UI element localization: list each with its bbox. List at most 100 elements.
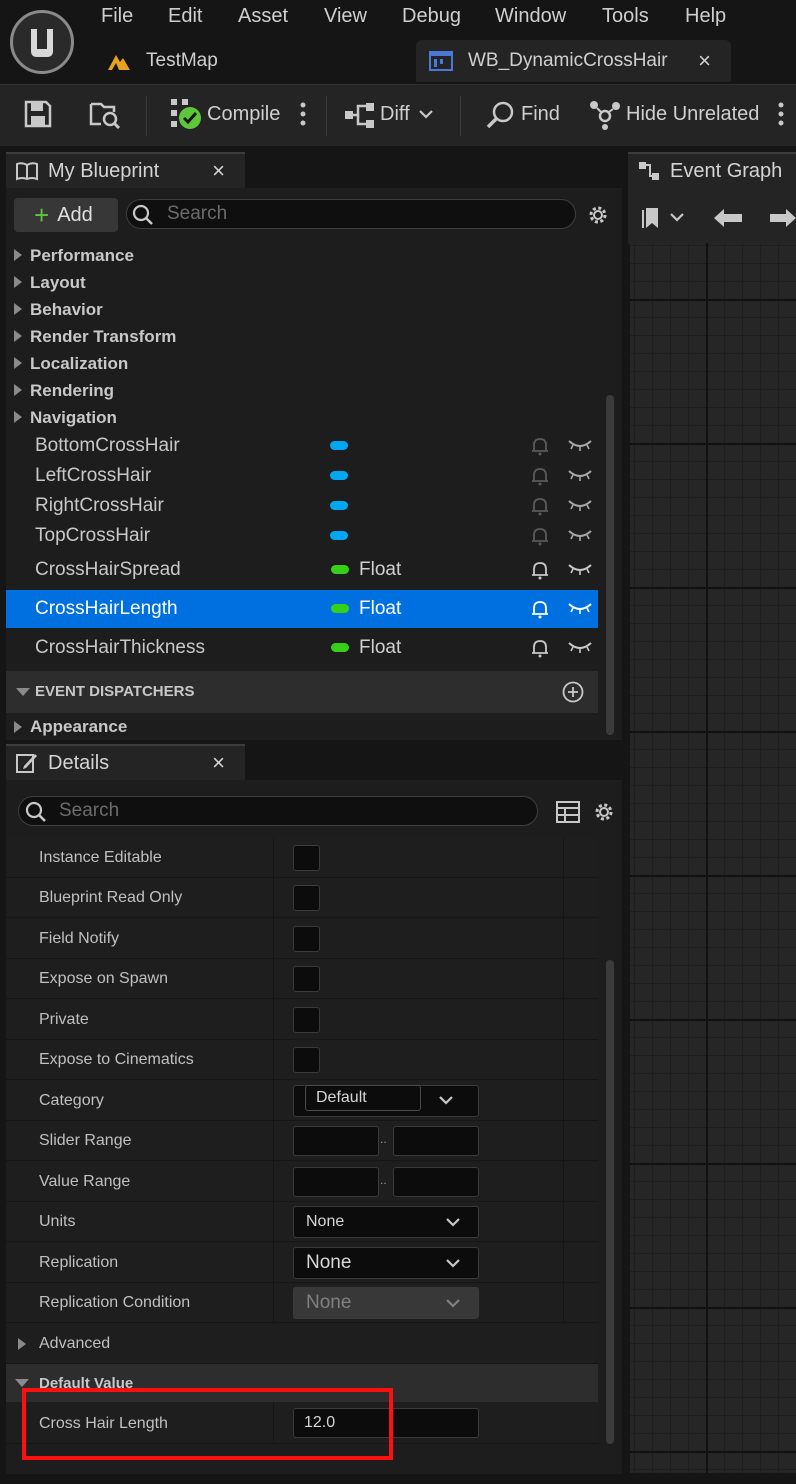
detail-row-private: Private [6,1000,598,1040]
add-dispatcher-icon[interactable] [562,681,584,703]
expand-triangle-icon[interactable] [14,721,22,733]
slider-range-max-input[interactable] [393,1126,479,1156]
diff-button[interactable]: Diff [380,103,410,126]
menu-file[interactable]: File [101,5,133,28]
expose-on-spawn-checkbox[interactable] [293,966,320,992]
value-range-max-input[interactable] [393,1167,479,1197]
my-blueprint-search-input[interactable]: Search [126,199,576,229]
variable-row-crosshairspread[interactable]: CrossHairSpread Float [6,551,598,589]
eye-closed-icon[interactable] [568,529,592,541]
compile-options-icon[interactable] [300,100,306,128]
expand-triangle-icon[interactable] [14,330,22,342]
slider-range-min-input[interactable] [293,1126,379,1156]
expand-triangle-icon[interactable] [14,249,22,261]
diff-chevron-down-icon[interactable] [419,110,433,119]
category-text-field[interactable]: Default [305,1085,421,1111]
expose-to-cinematics-checkbox[interactable] [293,1047,320,1073]
menu-window[interactable]: Window [495,5,566,28]
details-scrollbar[interactable] [606,960,614,1444]
category-navigation[interactable]: Navigation [30,408,117,428]
category-performance[interactable]: Performance [30,246,134,266]
category-render-transform[interactable]: Render Transform [30,327,176,347]
event-graph-tab[interactable]: Event Graph [628,152,796,188]
menu-edit[interactable]: Edit [168,5,202,28]
bell-icon[interactable] [530,526,550,546]
details-close-button[interactable]: × [212,750,225,776]
menu-tools[interactable]: Tools [602,5,649,28]
eye-closed-icon[interactable] [568,641,592,653]
compile-button[interactable]: Compile [207,103,280,126]
details-tab[interactable]: Details × [6,744,245,780]
instance-editable-checkbox[interactable] [293,845,320,871]
tab-wb-dynamiccrosshair[interactable]: WB_DynamicCrossHair × [416,40,731,82]
my-blueprint-close-button[interactable]: × [212,158,225,184]
widget-type-pill [330,471,348,480]
category-localization[interactable]: Localization [30,354,128,374]
chevron-down-icon[interactable] [446,1259,460,1268]
diff-icon[interactable] [344,102,376,128]
variable-row-crosshairthickness[interactable]: CrossHairThickness Float [6,629,598,667]
details-search-input[interactable]: Search [18,796,538,826]
chevron-down-icon[interactable] [446,1218,460,1227]
hide-unrelated-button[interactable]: Hide Unrelated [626,103,759,126]
bell-icon[interactable] [530,560,550,580]
bookmark-icon[interactable] [642,206,686,230]
range-separator: .. [380,1132,387,1146]
blueprint-read-only-checkbox[interactable] [293,885,320,911]
find-button[interactable]: Find [521,103,560,126]
eye-closed-icon[interactable] [568,469,592,481]
bell-icon[interactable] [530,638,550,658]
table-view-icon[interactable] [556,801,580,823]
advanced-section-header[interactable]: Advanced [6,1324,598,1364]
menu-view[interactable]: View [324,5,367,28]
expand-triangle-icon[interactable] [14,411,22,423]
forward-arrow-icon[interactable] [770,207,796,229]
chevron-down-icon[interactable] [439,1096,453,1105]
bell-icon[interactable] [530,496,550,516]
add-button[interactable]: + Add [14,198,118,232]
menu-help[interactable]: Help [685,5,726,28]
save-icon[interactable] [24,100,52,128]
event-dispatchers-header[interactable]: EVENT DISPATCHERS [6,671,598,713]
private-checkbox[interactable] [293,1007,320,1033]
category-appearance[interactable]: Appearance [30,717,127,737]
my-blueprint-tab[interactable]: My Blueprint × [6,152,245,188]
eye-closed-icon[interactable] [568,439,592,451]
value-range-min-input[interactable] [293,1167,379,1197]
widget-type-pill [330,501,348,510]
gear-icon[interactable] [586,203,610,227]
category-behavior[interactable]: Behavior [30,300,103,320]
my-blueprint-scrollbar[interactable] [606,395,614,735]
event-graph-canvas[interactable] [630,243,796,1473]
bell-icon[interactable] [530,466,550,486]
pencil-icon [16,752,38,774]
expand-triangle-icon[interactable] [14,384,22,396]
tab-close-button[interactable]: × [698,48,711,74]
toolbar-more-icon[interactable] [778,100,784,128]
category-layout[interactable]: Layout [30,273,86,293]
bell-icon[interactable] [530,599,550,619]
expand-triangle-icon[interactable] [14,357,22,369]
tab-testmap[interactable]: TestMap [106,40,406,82]
browse-asset-icon[interactable] [88,98,122,130]
eye-closed-icon[interactable] [568,602,592,614]
category-rendering[interactable]: Rendering [30,381,114,401]
variable-row-crosshairlength-selected[interactable]: CrossHairLength Float [6,590,598,628]
find-icon[interactable] [485,100,515,130]
eye-closed-icon[interactable] [568,563,592,575]
expand-triangle-icon[interactable] [14,276,22,288]
chevron-down-icon [446,1299,460,1308]
menu-asset[interactable]: Asset [238,5,288,28]
bell-icon[interactable] [530,436,550,456]
details-title: Details [48,751,110,774]
toolbar-separator [146,96,147,136]
compile-icon[interactable] [170,98,202,130]
hide-unrelated-icon[interactable] [589,100,621,130]
eye-closed-icon[interactable] [568,499,592,511]
field-notify-checkbox[interactable] [293,926,320,952]
expand-triangle-icon[interactable] [14,303,22,315]
back-arrow-icon[interactable] [712,207,744,229]
menu-debug[interactable]: Debug [402,5,461,28]
gear-icon[interactable] [592,800,616,824]
unreal-logo-icon[interactable] [10,10,74,74]
